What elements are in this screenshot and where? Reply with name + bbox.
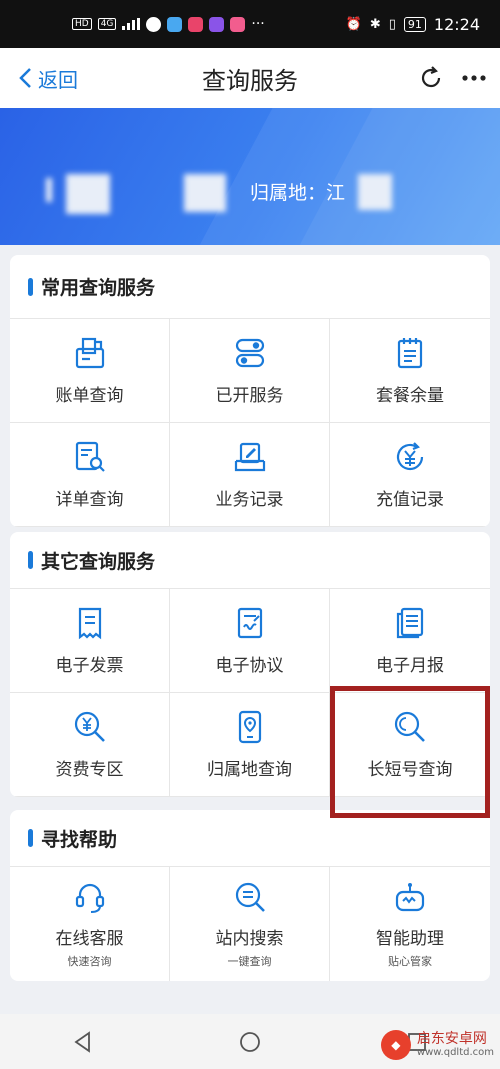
detail-search-icon [75,441,105,472]
list-search-icon [235,882,265,912]
yuan-search-icon [74,711,105,742]
battery-indicator: 91 [403,16,426,32]
item-sublabel: 快速咨询 [67,954,112,968]
app-icon [209,16,225,32]
notepad-icon [397,338,423,369]
chevron-left-icon [19,68,31,88]
watermark-title: 启东安卓网 [416,1030,487,1047]
headset-icon [75,883,104,913]
highlight-box [330,686,490,818]
status-bar: HD 4G ··· ⏰ ✱ ▯ 91 12:24 [0,0,500,48]
item-label: 电子发票 [55,656,124,676]
section-title: 寻找帮助 [41,828,118,851]
alarm-icon: ⏰ [345,16,362,32]
item-sublabel: 贴心管家 [388,954,432,968]
home-location-label: 归属地：江 [250,182,346,204]
smart-assistant-item[interactable]: 智能助理 贴心管家 [330,867,490,981]
detail-query-item[interactable]: 详单查询 [10,423,170,527]
watermark-url: www.qdltd.com [416,1047,494,1059]
e-report-item[interactable]: 电子月报 [330,589,490,693]
business-record-item[interactable]: 业务记录 [170,423,330,527]
network-badge: 4G [97,18,117,30]
common-query-card: 常用查询服务 账单查询 已开服务 套餐余量 详单查询 业务记录 充值记录 [10,255,490,527]
agreement-icon [237,607,262,639]
watermark: ◆ 启东安卓网 www.qdltd.com [380,1030,494,1060]
online-support-item[interactable]: 在线客服 快速咨询 [10,867,170,981]
site-search-item[interactable]: 站内搜索 一键查询 [170,867,330,981]
redaction [46,178,52,202]
back-button[interactable]: 返回 [18,64,78,93]
section-header: 常用查询服务 [10,255,490,319]
redaction [184,174,226,212]
section-header: 其它查询服务 [10,532,490,589]
redaction [66,174,110,214]
yuan-refresh-icon [396,442,424,471]
recharge-record-item[interactable]: 充值记录 [330,423,490,527]
section-title: 常用查询服务 [41,277,156,299]
bill-icon [75,337,104,369]
back-triangle-icon[interactable] [71,1030,95,1054]
bill-query-item[interactable]: 账单查询 [10,319,170,423]
item-label: 已开服务 [215,386,284,406]
item-label: 归属地查询 [207,760,292,780]
tariff-zone-item[interactable]: 资费专区 [10,693,170,797]
account-banner: 归属地：江 [0,108,500,245]
item-label: 账单查询 [55,386,124,406]
item-label: 业务记录 [215,490,284,510]
watermark-logo-icon: ◆ [380,1030,411,1060]
app-icon [230,16,246,32]
package-balance-item[interactable]: 套餐余量 [330,319,490,423]
location-query-item[interactable]: 归属地查询 [170,693,330,797]
app-icon [167,16,183,32]
item-label: 详单查询 [55,490,124,510]
redaction [358,174,392,210]
item-label: 站内搜索 [215,928,284,949]
e-invoice-item[interactable]: 电子发票 [10,589,170,693]
invoice-icon [78,607,101,640]
item-label: 在线客服 [55,928,124,949]
item-label: 资费专区 [55,760,124,780]
clock: 12:24 [433,14,480,34]
robot-icon [395,882,425,911]
home-circle-icon[interactable] [238,1030,262,1054]
item-label: 充值记录 [376,490,444,510]
hd-badge: HD [72,18,92,30]
refresh-icon[interactable] [418,65,444,91]
location-phone-icon [238,710,261,744]
item-label: 套餐余量 [376,386,444,406]
back-label: 返回 [38,67,78,92]
e-agreement-item[interactable]: 电子协议 [170,589,330,693]
signal-icon [122,18,141,30]
report-icon [396,607,424,639]
help-card: 寻找帮助 在线客服 快速咨询 站内搜索 一键查询 智能助理 贴心管家 [10,810,490,981]
vibrate-icon: ▯ [388,16,396,32]
item-label: 电子协议 [215,656,284,676]
app-icon [188,16,204,32]
section-header: 寻找帮助 [10,810,490,867]
item-label: 智能助理 [376,928,444,949]
active-services-item[interactable]: 已开服务 [170,319,330,423]
more-icon[interactable] [462,74,486,82]
record-icon [234,442,265,472]
toggle-icon [235,338,264,368]
item-sublabel: 一键查询 [227,954,272,968]
item-label: 电子月报 [376,656,444,676]
more-notifications-icon: ··· [251,16,265,32]
bluetooth-icon: ✱ [369,16,381,32]
message-icon [146,16,162,32]
section-title: 其它查询服务 [41,550,156,573]
nav-bar: 返回 查询服务 [0,48,500,108]
